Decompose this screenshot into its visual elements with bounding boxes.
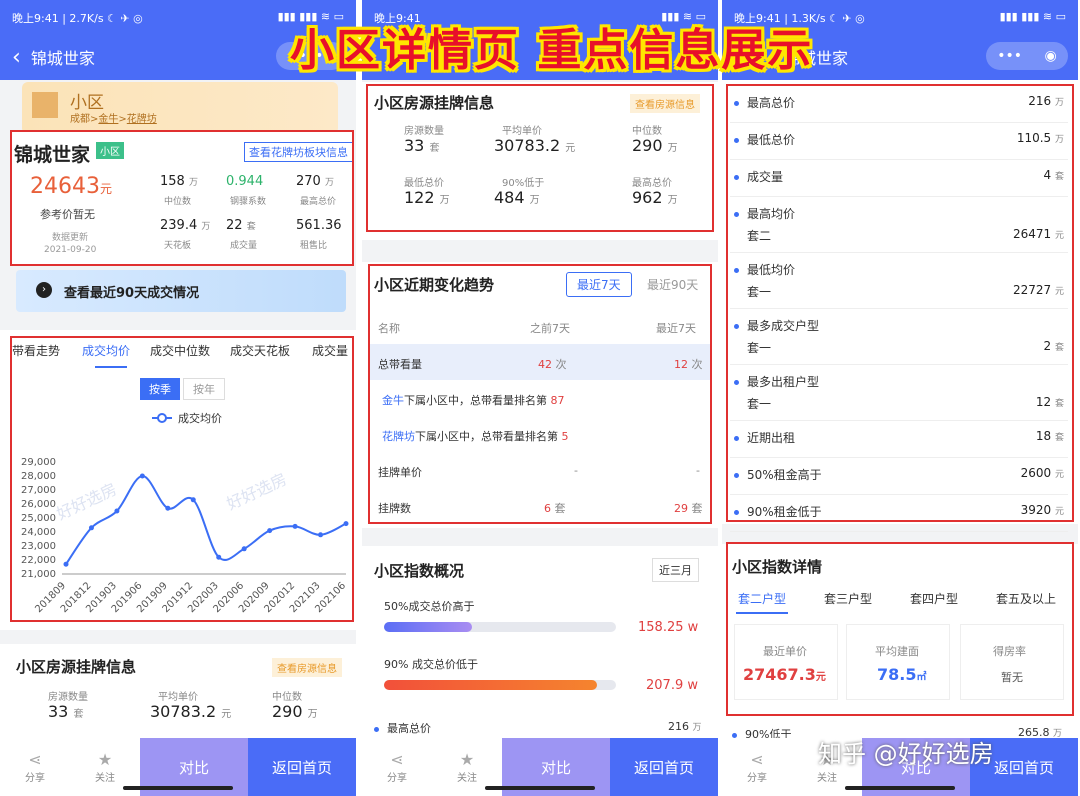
panel-community-overview: 晚上9:41 | 2.7K/s ☾ ✈ ◎ ▮▮▮ ▮▮▮ ≋ ▭ ‹ 锦城世家 •… <box>0 0 356 796</box>
star-icon: ★ <box>97 750 113 769</box>
star-icon: ★ <box>459 750 475 769</box>
listing-stat-label: 中位数 <box>272 692 302 703</box>
bar1-track <box>384 622 616 632</box>
home-indicator <box>845 786 955 790</box>
menu-capsule[interactable]: ••• <box>276 42 346 70</box>
community-type-card: 小区 成都>金牛>花牌坊 <box>22 82 338 134</box>
listing-stat-value: 30783.2 元 <box>150 702 232 721</box>
building-icon <box>32 92 58 118</box>
share-button[interactable]: ⋖ 分享 <box>0 738 70 796</box>
signal-icon: ▮▮▮ ▮▮▮ ≋ ▭ <box>999 10 1066 23</box>
share-button[interactable]: ⋖ 分享 <box>722 738 792 796</box>
bar1-label: 50%成交总价高于 <box>384 600 475 613</box>
index-card: 小区指数概况 近三月 50%成交总价高于 158.25 w 90% 成交总价低于… <box>362 546 718 746</box>
nav-bar <box>362 34 718 80</box>
bar2-fill <box>384 680 598 690</box>
share-icon: ⋖ <box>28 750 42 769</box>
home-indicator <box>485 786 595 790</box>
bar1-fill <box>384 622 473 632</box>
deal-banner-text: 查看最近90天成交情况 <box>64 286 200 301</box>
index-title: 小区指数概况 <box>374 562 465 580</box>
status-speed: 1.3K/s <box>791 12 826 25</box>
signal-icon: ▮▮▮ ▮▮▮ ≋ ▭ <box>277 10 344 23</box>
listing-stat-value: 290 万 <box>272 702 318 721</box>
highlight-box <box>726 84 1074 522</box>
panel-index-detail: 晚上9:41 | 1.3K/s ☾ ✈ ◎ ▮▮▮ ▮▮▮ ≋ ▭ 锦城世家 ••… <box>722 0 1078 796</box>
listing-peek-card: 小区房源挂牌信息 查看房源信息 房源数量 33 套 平均单价 30783.2 元 中位数… <box>0 644 356 744</box>
status-time: 晚上9:41 <box>734 12 781 25</box>
listing-link[interactable]: 查看房源信息 <box>272 658 342 677</box>
breadcrumb: 成都>金牛>花牌坊 <box>70 114 157 125</box>
breadcrumb-area[interactable]: 金牛 <box>98 114 118 125</box>
highlight-box <box>368 264 712 524</box>
more-icon[interactable]: ••• <box>299 48 324 64</box>
listing-title: 小区房源挂牌信息 <box>16 658 137 676</box>
breadcrumb-sub[interactable]: 花牌坊 <box>127 114 157 125</box>
home-button[interactable]: 返回首页 <box>610 738 718 796</box>
share-icon: ⋖ <box>750 750 764 769</box>
share-icon: ⋖ <box>390 750 404 769</box>
status-speed: 2.7K/s <box>69 12 104 25</box>
nav-title: 锦城世家 <box>784 49 849 68</box>
share-button[interactable]: ⋖ 分享 <box>362 738 432 796</box>
back-icon[interactable]: ‹ <box>12 45 21 70</box>
status-time: 晚上9:41 <box>12 12 59 25</box>
peek-value: 216 万 <box>668 720 702 733</box>
more-icon[interactable]: ••• <box>997 48 1022 64</box>
peek-row: 最高总价 <box>374 720 431 736</box>
bar2-value: 207.9 w <box>646 678 698 693</box>
status-time: 晚上9:41 <box>374 12 421 25</box>
highlight-box <box>366 84 714 232</box>
signal-icon: ▮▮▮ ≋ ▭ <box>661 10 706 23</box>
listing-stat-label: 平均单价 <box>158 692 198 703</box>
period-select[interactable]: 近三月 <box>652 558 699 582</box>
close-circle-icon[interactable]: ◉ <box>1045 48 1057 64</box>
highlight-box <box>10 130 354 266</box>
highlight-box <box>10 336 354 622</box>
deal-banner[interactable]: › 查看最近90天成交情况 <box>16 270 346 312</box>
menu-capsule[interactable]: ••• ◉ <box>986 42 1068 70</box>
home-button[interactable]: 返回首页 <box>248 738 356 796</box>
listing-stat-label: 房源数量 <box>48 692 88 703</box>
home-indicator <box>123 786 233 790</box>
watermark: 知乎 @好好选房 <box>818 740 994 768</box>
bar1-value: 158.25 w <box>638 620 699 635</box>
panel-listing-trend: 晚上9:41 ▮▮▮ ≋ ▭ 小区房源挂牌信息 查看房源信息 房源数量 33 套平均… <box>362 0 718 796</box>
listing-stat-value: 33 套 <box>48 702 84 721</box>
bar2-label: 90% 成交总价低于 <box>384 658 478 671</box>
highlight-box <box>726 542 1074 716</box>
nav-title: 锦城世家 <box>30 49 95 68</box>
bar2-track <box>384 680 616 690</box>
arrow-right-icon: › <box>36 282 52 298</box>
